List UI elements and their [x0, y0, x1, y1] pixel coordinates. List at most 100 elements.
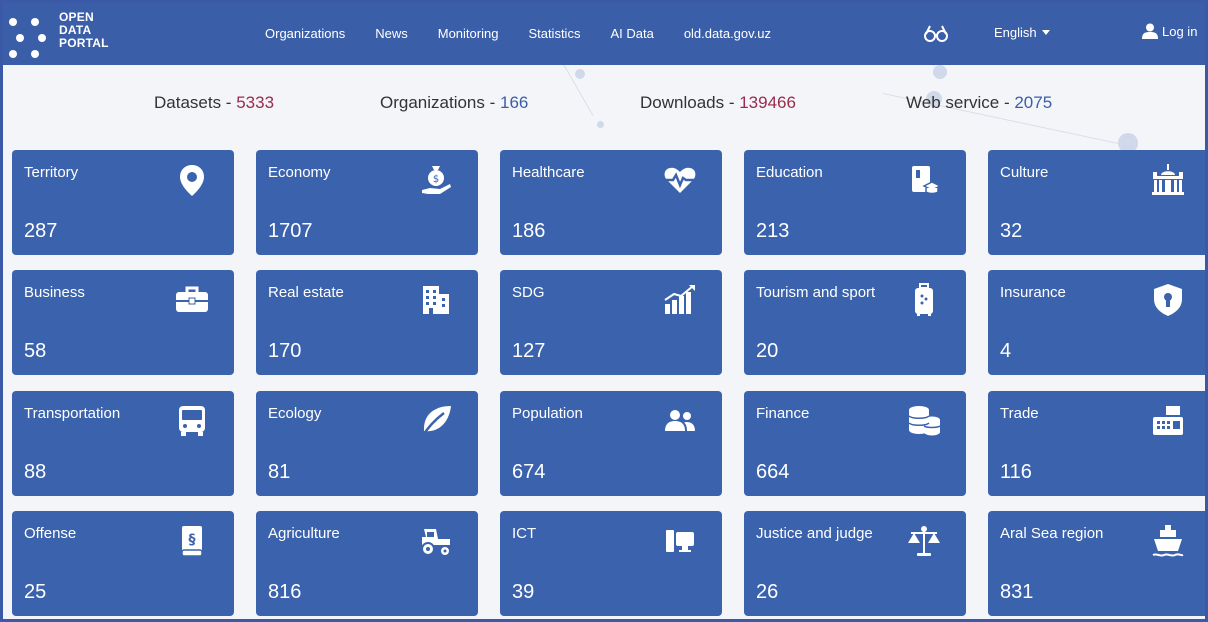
stats-bar: Datasets - 5333 Organizations - 166 Down…	[3, 93, 1205, 117]
computer-icon	[666, 530, 694, 552]
nav-organizations[interactable]: Organizations	[265, 26, 345, 41]
tile-label: Ecology	[268, 405, 322, 422]
law-book-icon: §	[181, 526, 203, 557]
tile-label: Transportation	[24, 405, 121, 422]
category-tile-offense[interactable]: Offense 25 §	[12, 511, 234, 616]
tile-count: 213	[756, 220, 790, 242]
category-tile-business[interactable]: Business 58	[12, 270, 234, 375]
tile-label: Territory	[24, 164, 79, 181]
leaf-icon	[420, 406, 451, 438]
scales-icon	[908, 526, 940, 556]
tile-label: Business	[24, 284, 85, 301]
tile-count: 20	[756, 340, 779, 362]
category-tile-economy[interactable]: Economy 1707 $	[256, 150, 478, 255]
logo-line-3: PORTAL	[59, 36, 109, 50]
stat-organizations: Organizations - 166	[380, 93, 528, 113]
language-selector[interactable]: English	[994, 25, 1050, 40]
bus-icon	[179, 406, 205, 436]
category-tile-insurance[interactable]: Insurance 4	[988, 270, 1205, 375]
tile-count: 81	[268, 461, 291, 483]
category-tile-transportation[interactable]: Transportation 88	[12, 391, 234, 496]
caret-down-icon	[1041, 30, 1050, 35]
category-tile-real-estate[interactable]: Real estate 170	[256, 270, 478, 375]
glasses-icon[interactable]	[923, 22, 949, 44]
bar-chart-icon	[664, 285, 695, 314]
top-navbar: OPEN DATA PORTAL Organizations News Moni…	[3, 3, 1205, 65]
tile-count: 39	[512, 581, 535, 603]
money-bag-hand-icon: $	[422, 166, 451, 194]
tile-label: Finance	[756, 405, 810, 422]
tile-label: Agriculture	[268, 525, 340, 542]
category-tile-tourism-sport[interactable]: Tourism and sport 20	[744, 270, 966, 375]
nav-news[interactable]: News	[375, 26, 408, 41]
tile-count: 88	[24, 461, 47, 483]
page-frame: OPEN DATA PORTAL Organizations News Moni…	[0, 0, 1208, 622]
book-graduation-icon	[912, 166, 942, 195]
language-label: English	[994, 25, 1037, 40]
tile-count: 4	[1000, 340, 1012, 362]
tile-label: Tourism and sport	[756, 284, 876, 301]
category-tile-agriculture[interactable]: Agriculture 816	[256, 511, 478, 616]
category-tile-sdg[interactable]: SDG 127	[500, 270, 722, 375]
tile-count: 170	[268, 340, 302, 362]
tile-count: 1707	[268, 220, 313, 242]
tile-label: Offense	[24, 525, 77, 542]
tile-label: SDG	[512, 284, 545, 301]
logo-text: OPEN DATA PORTAL	[59, 11, 109, 50]
stat-datasets-value: 5333	[236, 93, 275, 112]
svg-text:$: $	[433, 174, 439, 185]
building-icon	[423, 286, 449, 314]
nav-monitoring[interactable]: Monitoring	[438, 26, 499, 41]
tile-count: 664	[756, 461, 790, 483]
stat-webservice-value: 2075	[1014, 93, 1053, 112]
category-tile-population[interactable]: Population 674	[500, 391, 722, 496]
briefcase-icon	[176, 286, 208, 312]
tile-count: 116	[1000, 461, 1032, 483]
category-tile-culture[interactable]: Culture 32	[988, 150, 1205, 255]
nav-old-portal[interactable]: old.data.gov.uz	[684, 26, 771, 41]
login-link[interactable]: Log in	[1142, 23, 1197, 39]
heartbeat-icon	[664, 167, 696, 193]
tile-label: Population	[512, 405, 583, 422]
luggage-icon	[915, 283, 933, 316]
tile-label: Justice and judge	[756, 525, 873, 542]
nav-statistics[interactable]: Statistics	[528, 26, 580, 41]
category-tile-ict[interactable]: ICT 39	[500, 511, 722, 616]
tile-label: Real estate	[268, 284, 344, 301]
category-tile-trade[interactable]: Trade 116	[988, 391, 1205, 496]
category-tile-education[interactable]: Education 213	[744, 150, 966, 255]
category-tile-healthcare[interactable]: Healthcare 186	[500, 150, 722, 255]
tile-count: 816	[268, 581, 302, 603]
tile-count: 674	[512, 461, 546, 483]
stat-web-service: Web service - 2075	[906, 93, 1052, 113]
tile-count: 25	[24, 581, 47, 603]
user-icon	[1142, 23, 1158, 39]
shield-lock-icon	[1154, 284, 1182, 316]
nav-menu: Organizations News Monitoring Statistics…	[265, 26, 801, 41]
category-tile-finance[interactable]: Finance 664	[744, 391, 966, 496]
ship-icon	[1152, 525, 1184, 557]
category-tile-justice[interactable]: Justice and judge 26	[744, 511, 966, 616]
tile-count: 58	[24, 340, 47, 362]
tile-count: 287	[24, 220, 58, 242]
category-tile-aral-sea[interactable]: Aral Sea region 831	[988, 511, 1205, 616]
category-tile-territory[interactable]: Territory 287	[12, 150, 234, 255]
stat-webservice-label: Web service -	[906, 93, 1015, 112]
coins-icon	[908, 406, 941, 436]
tile-label: Trade	[1000, 405, 1039, 422]
tile-count: 26	[756, 581, 779, 603]
tile-label: Insurance	[1000, 284, 1066, 301]
tile-count: 831	[1000, 581, 1034, 603]
nav-ai-data[interactable]: AI Data	[610, 26, 653, 41]
portal-logo[interactable]: OPEN DATA PORTAL	[9, 11, 119, 63]
svg-text:§: §	[189, 532, 196, 548]
tile-count: 186	[512, 220, 546, 242]
tile-label: Education	[756, 164, 823, 181]
tile-count: 127	[512, 340, 546, 362]
stat-downloads-label: Downloads -	[640, 93, 740, 112]
tractor-icon	[421, 529, 451, 557]
stat-datasets: Datasets - 5333	[154, 93, 274, 113]
cash-register-icon	[1153, 406, 1183, 435]
category-tile-ecology[interactable]: Ecology 81	[256, 391, 478, 496]
tile-label: Healthcare	[512, 164, 585, 181]
